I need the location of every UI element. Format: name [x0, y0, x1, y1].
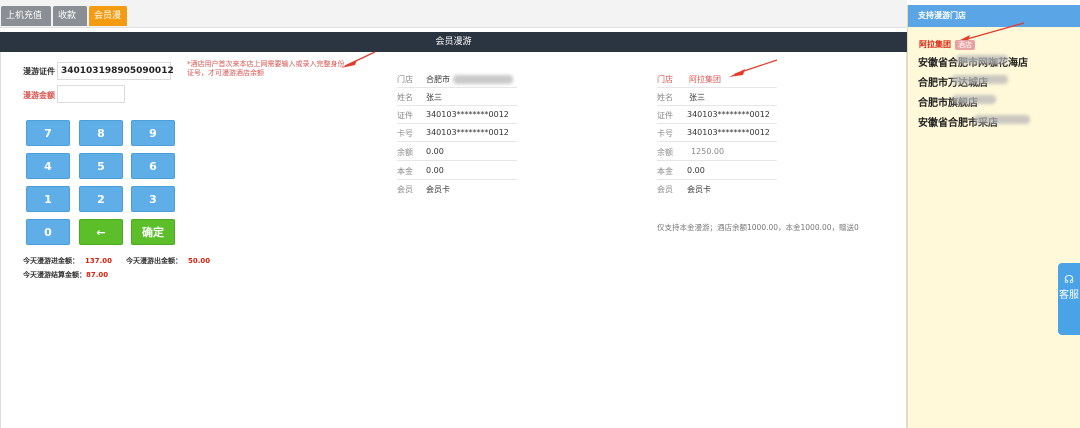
- right-name-label: 姓名: [657, 93, 673, 102]
- headset-icon: ☊: [1064, 273, 1074, 286]
- store-sidebar: 支持漫游门店 阿拉集团酒店 安徽省合肥市网咖花海店 合肥市万达城店 合肥市旗舰店…: [907, 5, 1080, 428]
- stat-in-label: 今天漫游进金额：: [23, 257, 79, 265]
- annotation-arrow-icon: [341, 51, 376, 68]
- redaction: [952, 75, 1008, 84]
- key-4[interactable]: 4: [26, 153, 70, 179]
- right-card-label: 卡号: [657, 129, 673, 138]
- redaction: [974, 115, 1030, 124]
- left-card-value: 340103********0012: [426, 128, 509, 137]
- main-panel: 漫游证件 340103198905090012 漫游金额 *酒店用户首次来本店上…: [0, 51, 907, 428]
- right-principal-value: 0.00: [687, 166, 705, 175]
- left-member-value: 会员卡: [426, 185, 450, 194]
- store-name: 阿拉集团: [919, 40, 951, 49]
- left-name-label: 姓名: [397, 93, 413, 102]
- left-principal-label: 本金: [397, 167, 413, 176]
- divider: [397, 123, 517, 124]
- confirm-button[interactable]: 确定: [131, 219, 175, 245]
- key-8[interactable]: 8: [79, 120, 123, 146]
- divider: [397, 141, 517, 142]
- right-id-label: 证件: [657, 111, 673, 120]
- stat-out-value: 50.00: [188, 257, 211, 265]
- right-member-value: 会员卡: [687, 185, 711, 194]
- left-name-value: 张三: [426, 93, 442, 102]
- left-member-label: 会员: [397, 185, 413, 194]
- id-label: 漫游证件: [23, 67, 55, 76]
- left-store-value: 合肥市: [426, 75, 450, 84]
- left-balance-value: 0.00: [426, 147, 444, 156]
- key-3[interactable]: 3: [131, 186, 175, 212]
- stat-settle-label: 今天漫游结算金额：: [23, 271, 86, 279]
- key-7[interactable]: 7: [26, 120, 70, 146]
- redaction: [956, 55, 1008, 64]
- right-store-label: 门店: [657, 75, 673, 84]
- left-id-label: 证件: [397, 111, 413, 120]
- page-root: 上机充值(F4) 收款(F5) 会员漫游 会员漫游 漫游证件 340103198…: [0, 0, 1080, 428]
- key-9[interactable]: 9: [131, 120, 175, 146]
- left-balance-label: 余额: [397, 148, 413, 157]
- tab-payment[interactable]: 收款(F5): [53, 6, 87, 41]
- key-2[interactable]: 2: [79, 186, 123, 212]
- key-0[interactable]: 0: [26, 219, 70, 245]
- customer-service-label: 客服: [1059, 290, 1079, 301]
- right-id-value: 340103********0012: [687, 110, 770, 119]
- tab-recharge[interactable]: 上机充值(F4): [1, 6, 51, 41]
- stat-in-value: 137.00: [85, 257, 113, 265]
- right-balance-label: 余额: [657, 148, 673, 157]
- right-balance-value: 1250.00: [691, 147, 725, 156]
- key-5[interactable]: 5: [79, 153, 123, 179]
- divider: [657, 123, 777, 124]
- page-title: 会员漫游: [0, 32, 907, 52]
- tab-bar: 上机充值(F4) 收款(F5) 会员漫游: [0, 0, 907, 41]
- divider: [657, 105, 777, 106]
- right-member-label: 会员: [657, 185, 673, 194]
- annotation-arrow-icon: [729, 59, 778, 77]
- tab-member-roam[interactable]: 会员漫游: [89, 6, 127, 41]
- amount-input[interactable]: [57, 85, 125, 103]
- key-6[interactable]: 6: [131, 153, 175, 179]
- stat-in: 今天漫游进金额： 137.00: [23, 256, 112, 266]
- divider: [657, 160, 777, 161]
- divider: [397, 105, 517, 106]
- key-1[interactable]: 1: [26, 186, 70, 212]
- stat-settle-value: 87.00: [86, 271, 109, 279]
- divider: [657, 87, 777, 88]
- divider: [397, 87, 517, 88]
- store-item-first[interactable]: 阿拉集团 酒店: [919, 39, 975, 50]
- customer-service-button[interactable]: ☊ 客服: [1058, 263, 1080, 335]
- left-card-label: 卡号: [397, 129, 413, 138]
- divider: [397, 179, 517, 180]
- stat-out-label: 今天漫游出金额：: [126, 257, 182, 265]
- right-name-value: 张三: [689, 93, 705, 102]
- stat-out: 今天漫游出金额： 50.00: [126, 256, 210, 266]
- hotel-badge: 酒店: [955, 40, 975, 50]
- divider: [657, 141, 777, 142]
- backspace-button[interactable]: ←: [79, 219, 123, 245]
- id-input[interactable]: 340103198905090012: [57, 62, 174, 80]
- right-principal-label: 本金: [657, 167, 673, 176]
- roam-info: 仅支持本金漫游；酒店余额1000.00，本金1000.00，赠送0: [657, 223, 859, 232]
- right-card-value: 340103********0012: [687, 128, 770, 137]
- divider: [397, 160, 517, 161]
- amount-label: 漫游金额: [23, 91, 55, 100]
- stat-settle: 今天漫游结算金额：87.00: [23, 270, 108, 280]
- redaction: [453, 75, 513, 84]
- right-store-value: 阿拉集团: [689, 75, 721, 84]
- left-store-label: 门店: [397, 75, 413, 84]
- divider: [657, 179, 777, 180]
- left-id-value: 340103********0012: [426, 110, 509, 119]
- left-principal-value: 0.00: [426, 166, 444, 175]
- redaction: [952, 95, 996, 104]
